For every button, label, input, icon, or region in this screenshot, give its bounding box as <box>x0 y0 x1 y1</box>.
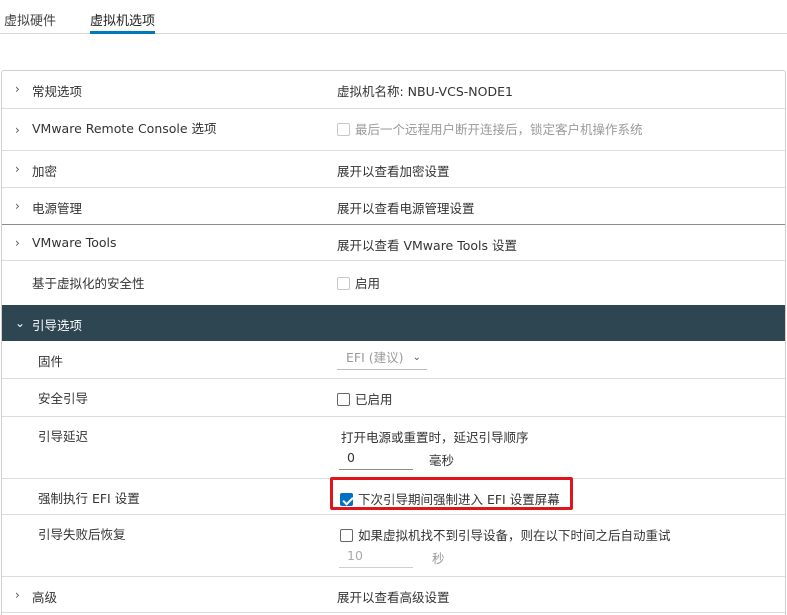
advanced-label: 高级 <box>32 590 58 605</box>
vbs-option: 启用 <box>337 273 380 292</box>
failed-boot-checkbox[interactable] <box>340 529 353 542</box>
chevron-right-icon[interactable]: › <box>15 237 25 249</box>
chevron-down-icon: ⌄ <box>412 352 421 363</box>
vbs-text: 启用 <box>355 276 381 291</box>
secure-boot-checkbox[interactable] <box>337 393 350 406</box>
vmrc-lock-option: 最后一个远程用户断开连接后，锁定客户机操作系统 <box>337 119 643 138</box>
advanced-value: 展开以查看高级设置 <box>337 590 450 605</box>
vbs-checkbox[interactable] <box>337 277 350 290</box>
power-management-label: 电源管理 <box>32 201 83 216</box>
failed-boot-label: 引导失败后恢复 <box>38 527 126 542</box>
vmrc-options-label: VMware Remote Console 选项 <box>32 121 217 136</box>
firmware-select-value: EFI (建议) <box>346 350 404 365</box>
boot-delay-label: 引导延迟 <box>38 429 89 444</box>
power-management-value: 展开以查看电源管理设置 <box>337 201 475 216</box>
failed-boot-option: 如果虚拟机找不到引导设备，则在以下时间之后自动重试 <box>340 525 671 544</box>
force-efi-highlight-box <box>330 477 573 510</box>
row-vbs: 基于虚拟化的安全性 启用 <box>2 261 785 305</box>
secure-boot-option: 已启用 <box>337 389 393 408</box>
row-vmrc-options[interactable]: › VMware Remote Console 选项 最后一个远程用户断开连接后… <box>2 109 785 151</box>
tab-vm-options[interactable]: 虚拟机选项 <box>90 10 156 34</box>
chevron-down-icon[interactable]: ⌄ <box>15 317 25 329</box>
chevron-right-icon[interactable]: › <box>15 83 25 95</box>
row-failed-boot-recovery: 引导失败后恢复 如果虚拟机找不到引导设备，则在以下时间之后自动重试 10 秒 <box>2 515 785 577</box>
tab-bar: 虚拟硬件 虚拟机选项 <box>0 0 787 34</box>
secure-boot-label: 安全引导 <box>38 391 89 406</box>
row-general-options[interactable]: › 常规选项 虚拟机名称: NBU-VCS-NODE1 <box>2 71 785 109</box>
retry-seconds-unit: 秒 <box>432 551 445 566</box>
boot-delay-input[interactable]: 0 <box>339 446 413 470</box>
tab-virtual-hardware[interactable]: 虚拟硬件 <box>4 10 56 34</box>
boot-delay-description: 打开电源或重置时，延迟引导顺序 <box>341 430 529 445</box>
row-firmware: 固件 EFI (建议) ⌄ <box>2 341 785 379</box>
vmrc-lock-checkbox[interactable] <box>337 123 350 136</box>
encryption-label: 加密 <box>32 164 58 179</box>
boot-delay-unit: 毫秒 <box>429 453 455 468</box>
chevron-right-icon[interactable]: › <box>15 124 25 136</box>
chevron-right-icon[interactable]: › <box>15 200 25 212</box>
general-options-label: 常规选项 <box>32 84 83 99</box>
failed-boot-text: 如果虚拟机找不到引导设备，则在以下时间之后自动重试 <box>358 528 671 543</box>
encryption-value: 展开以查看加密设置 <box>337 164 450 179</box>
vmware-tools-value: 展开以查看 VMware Tools 设置 <box>337 238 517 253</box>
row-boot-options-header[interactable]: ⌄ 引导选项 <box>2 305 785 341</box>
vmware-tools-label: VMware Tools <box>32 235 117 250</box>
chevron-right-icon[interactable]: › <box>15 589 25 601</box>
boot-options-label: 引导选项 <box>32 318 83 333</box>
row-encryption[interactable]: › 加密 展开以查看加密设置 <box>2 151 785 188</box>
row-power-management[interactable]: › 电源管理 展开以查看电源管理设置 <box>2 188 785 225</box>
retry-seconds-input[interactable]: 10 <box>339 544 413 568</box>
firmware-label: 固件 <box>38 354 64 369</box>
row-secure-boot: 安全引导 已启用 <box>2 379 785 417</box>
vmrc-lock-text: 最后一个远程用户断开连接后，锁定客户机操作系统 <box>355 122 643 137</box>
vm-options-panel: › 常规选项 虚拟机名称: NBU-VCS-NODE1 › VMware Rem… <box>1 70 786 615</box>
secure-boot-text: 已启用 <box>355 392 393 407</box>
vm-name-value: 虚拟机名称: NBU-VCS-NODE1 <box>337 84 513 99</box>
row-advanced[interactable]: › 高级 展开以查看高级设置 <box>2 577 785 613</box>
row-vmware-tools[interactable]: › VMware Tools 展开以查看 VMware Tools 设置 <box>2 225 785 261</box>
chevron-right-icon[interactable]: › <box>15 163 25 175</box>
vbs-label: 基于虚拟化的安全性 <box>32 276 145 291</box>
firmware-select[interactable]: EFI (建议) ⌄ <box>337 348 427 370</box>
force-efi-label: 强制执行 EFI 设置 <box>38 491 140 506</box>
row-boot-delay: 引导延迟 打开电源或重置时，延迟引导顺序 0 毫秒 <box>2 417 785 479</box>
